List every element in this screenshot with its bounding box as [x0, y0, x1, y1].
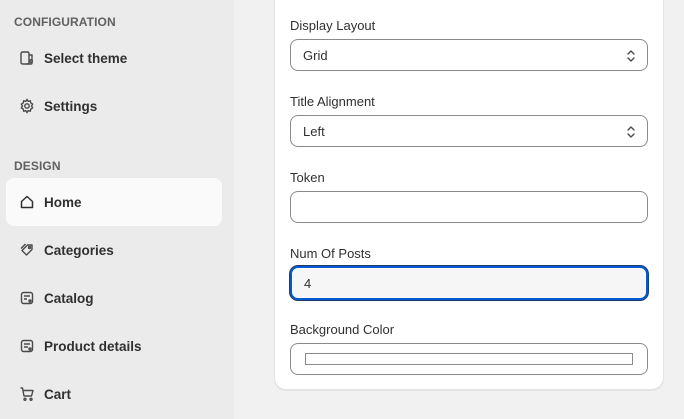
token-input[interactable] [290, 191, 648, 223]
background-color-picker[interactable] [290, 343, 648, 375]
sidebar-item-categories[interactable]: Categories [6, 226, 222, 274]
color-swatch [305, 353, 633, 365]
section-title-design: DESIGN [14, 159, 61, 173]
select-chevron-icon [627, 126, 635, 138]
sidebar-item-label: Select theme [44, 50, 128, 66]
sidebar-item-label: Cart [44, 386, 72, 402]
sidebar-item-home[interactable]: Home [6, 178, 222, 226]
background-color-label: Background Color [290, 322, 395, 337]
num-of-posts-label: Num Of Posts [290, 246, 371, 261]
sidebar: CONFIGURATION Select theme Settings DESI… [0, 0, 234, 419]
tag-icon [18, 241, 36, 259]
home-icon [18, 193, 36, 211]
num-of-posts-value: 4 [304, 275, 312, 291]
display-layout-label: Display Layout [290, 18, 376, 33]
cart-icon [18, 385, 36, 403]
sidebar-item-cart[interactable]: Cart [6, 370, 222, 418]
sidebar-item-product-details[interactable]: Product details [6, 322, 222, 370]
product-details-icon [18, 337, 36, 355]
sidebar-item-label: Categories [44, 242, 114, 258]
sidebar-item-label: Catalog [44, 290, 94, 306]
display-layout-select[interactable]: Grid [290, 39, 648, 71]
display-layout-value: Grid [303, 47, 328, 63]
token-label: Token [290, 170, 325, 185]
gear-icon [18, 97, 36, 115]
select-chevron-icon [627, 50, 635, 62]
main-content: Display Layout Grid Title Alignment Left… [234, 0, 684, 419]
title-alignment-label: Title Alignment [290, 94, 375, 109]
title-alignment-value: Left [303, 123, 325, 139]
sidebar-item-label: Settings [44, 98, 98, 114]
catalog-icon [18, 289, 36, 307]
theme-icon [18, 49, 36, 67]
sidebar-item-label: Home [44, 194, 82, 210]
num-of-posts-input[interactable]: 4 [290, 266, 648, 300]
sidebar-item-label: Product details [44, 338, 142, 354]
title-alignment-select[interactable]: Left [290, 115, 648, 147]
section-title-configuration: CONFIGURATION [14, 15, 116, 29]
sidebar-item-settings[interactable]: Settings [6, 82, 222, 130]
sidebar-item-select-theme[interactable]: Select theme [6, 34, 222, 82]
sidebar-item-catalog[interactable]: Catalog [6, 274, 222, 322]
